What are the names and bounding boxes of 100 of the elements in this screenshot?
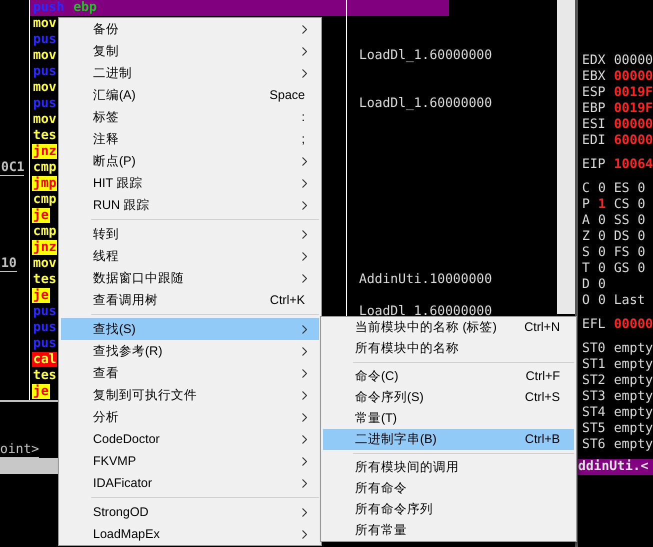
menu-item[interactable]: 所有模块间的调用	[323, 457, 574, 478]
flag-value: 0	[598, 245, 606, 261]
register-name: ST1	[582, 357, 606, 373]
menu-item[interactable]: 数据窗口中跟随	[61, 267, 319, 289]
menu-item[interactable]: 所有命令	[323, 478, 574, 499]
segment-name: GS	[614, 261, 630, 277]
register-name: EDX	[582, 53, 606, 69]
segment-value: 0	[637, 197, 646, 213]
instruction-mnemonic: pus	[32, 320, 58, 335]
instruction-mnemonic: push	[32, 0, 66, 15]
register-value: empty	[614, 373, 653, 389]
register-name: EBX	[582, 69, 606, 85]
chevron-right-icon	[302, 200, 307, 210]
flag-value: 0	[598, 229, 606, 245]
menu-item[interactable]: 查看调用树 Ctrl+K	[61, 289, 319, 311]
chevron-right-icon	[302, 346, 307, 356]
register-name: ESP	[582, 85, 606, 101]
menu-item[interactable]: 分析	[61, 406, 319, 428]
menu-item[interactable]: 命令序列(S) Ctrl+S	[323, 387, 574, 408]
register-value: 00000	[614, 53, 653, 69]
instruction-mnemonic: mov	[32, 256, 58, 271]
instruction-mnemonic: je	[32, 384, 50, 399]
chevron-right-icon	[302, 252, 307, 260]
register-name: EBP	[582, 101, 606, 117]
menu-item[interactable]: 所有命令序列	[323, 499, 574, 520]
segment-name: SS	[614, 213, 630, 229]
flag-value: 0	[598, 261, 606, 277]
scrollbar[interactable]	[557, 0, 575, 314]
menu-item[interactable]: 复制到可执行文件	[61, 384, 319, 406]
segment-name: DS	[614, 229, 630, 245]
segment-name: ES	[614, 181, 630, 197]
chevron-right-icon	[302, 156, 307, 166]
instruction-mnemonic: tes	[32, 272, 58, 287]
flag-value: 0	[598, 181, 606, 197]
chevron-right-icon	[302, 324, 307, 334]
register-value: 0019F	[614, 101, 653, 117]
register-value: 60000	[614, 133, 653, 149]
menu-item[interactable]: 查找参考(R)	[61, 340, 319, 362]
instruction-mnemonic: jmp	[32, 176, 58, 191]
menu-item[interactable]: FKVMP	[61, 450, 319, 472]
menu-item[interactable]: 常量(T)	[323, 408, 574, 429]
comment-text: LoadDl_1.60000000	[359, 304, 492, 319]
register-name: ST6	[582, 437, 606, 453]
flag-name: O	[582, 293, 591, 309]
chevron-right-icon	[302, 434, 307, 444]
register-value: 00000	[614, 117, 653, 133]
instruction-mnemonic: pus	[32, 304, 58, 319]
flag-value: 0	[598, 293, 606, 309]
chevron-right-icon	[302, 508, 307, 516]
menu-item[interactable]: 命令(C) Ctrl+F	[323, 366, 574, 387]
menu-item[interactable]: 转到	[61, 223, 319, 245]
menu-item[interactable]: 所有模块中的名称	[323, 338, 574, 359]
menu-item[interactable]: 查找(S)	[61, 318, 319, 340]
register-name: EIP	[582, 157, 606, 173]
address-text: 0C1	[0, 160, 24, 176]
chevron-right-icon	[302, 478, 307, 488]
instruction-mnemonic: je	[32, 208, 50, 223]
menu-item[interactable]: 当前模块中的名称 (标签) Ctrl+N	[323, 317, 574, 338]
instruction-mnemonic: pus	[32, 96, 58, 111]
instruction-mnemonic: jnz	[32, 240, 58, 255]
menu-item[interactable]: 标签 :	[61, 106, 319, 128]
instruction-mnemonic: cal	[32, 352, 58, 367]
register-name: ST2	[582, 373, 606, 389]
instruction-mnemonic: cmp	[32, 224, 58, 239]
chevron-right-icon	[302, 46, 307, 56]
menu-item[interactable]: HIT 跟踪	[61, 172, 319, 194]
instruction-mnemonic: pus	[32, 336, 58, 351]
register-name: ST5	[582, 421, 606, 437]
menu-item[interactable]: 所有常量	[323, 520, 574, 541]
flag-value: 1	[598, 197, 606, 213]
instruction-mnemonic: cmp	[32, 192, 58, 207]
stack-entry: ddinUti.<	[578, 459, 653, 475]
menu-item[interactable]: RUN 跟踪	[61, 194, 319, 216]
instruction-mnemonic: mov	[32, 112, 58, 127]
menu-item[interactable]: 断点(P)	[61, 150, 319, 172]
menu-item[interactable]: 线程	[61, 245, 319, 267]
menu-item[interactable]: 注释 ;	[61, 128, 319, 150]
menu-item[interactable]: 备份	[61, 18, 319, 40]
segment-value: 0	[637, 245, 646, 261]
menu-item[interactable]: CodeDoctor	[61, 428, 319, 450]
menu-item[interactable]: LoadMapEx	[61, 523, 319, 545]
menu-item[interactable]: 汇编(A) Space	[61, 84, 319, 106]
register-name: EDI	[582, 133, 606, 149]
menu-item[interactable]: StrongOD	[61, 501, 319, 523]
menu-item[interactable]: 复制	[61, 40, 319, 62]
register-value: empty	[614, 389, 653, 405]
register-name: ESI	[582, 117, 606, 133]
flag-name: A	[582, 213, 591, 229]
register-name: ST4	[582, 405, 606, 421]
register-name: ST0	[582, 341, 606, 357]
flag-value: 0	[598, 277, 606, 293]
menu-item[interactable]: 二进制字串(B) Ctrl+B	[323, 429, 574, 450]
instruction-mnemonic: cmp	[32, 160, 58, 175]
register-name: ST3	[582, 389, 606, 405]
menu-item[interactable]: 查看	[61, 362, 319, 384]
menu-item[interactable]: 二进制	[61, 62, 319, 84]
chevron-right-icon	[302, 230, 307, 238]
chevron-right-icon	[302, 274, 307, 282]
register-value: 10064	[614, 157, 653, 173]
menu-item[interactable]: IDAFicator	[61, 472, 319, 494]
